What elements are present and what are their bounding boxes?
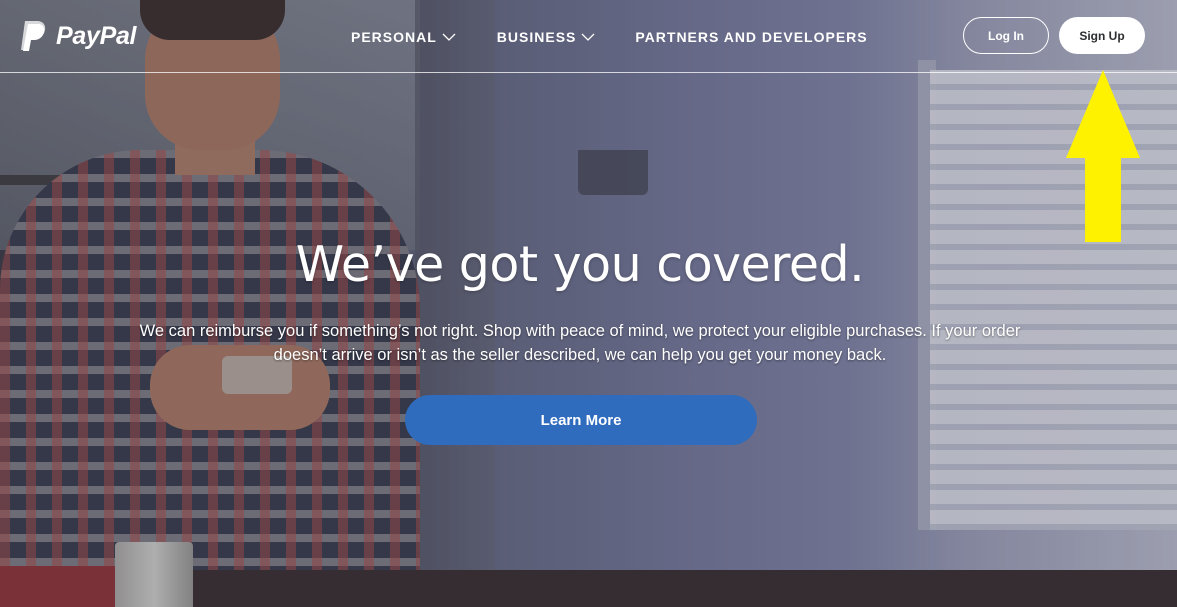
learn-more-button[interactable]: Learn More <box>405 395 757 445</box>
arrow-up-icon <box>1066 70 1140 242</box>
site-header: PayPal PERSONAL BUSINESS PARTNERS AND DE… <box>0 0 1177 73</box>
nav-personal-label: PERSONAL <box>351 29 437 45</box>
nav-business[interactable]: BUSINESS <box>497 29 596 45</box>
signup-button[interactable]: Sign Up <box>1059 17 1145 54</box>
logo-text: PayPal <box>56 21 137 50</box>
nav-business-label: BUSINESS <box>496 29 577 45</box>
nav-partners-label: PARTNERS AND DEVELOPERS <box>635 29 868 45</box>
paypal-logo-icon <box>21 21 46 51</box>
paypal-logo[interactable]: PayPal <box>18 18 137 54</box>
login-button[interactable]: Log In <box>963 17 1049 54</box>
hero-title: We’ve got you covered. <box>295 236 865 293</box>
chevron-down-icon <box>581 33 595 41</box>
main-nav: PERSONAL BUSINESS PARTNERS AND DEVELOPER… <box>351 27 868 47</box>
hero-description: We can reimburse you if something’s not … <box>139 322 1021 364</box>
chevron-down-icon <box>442 33 456 41</box>
nav-partners-and-developers[interactable]: PARTNERS AND DEVELOPERS <box>635 29 867 45</box>
hero-overlay <box>0 0 1177 607</box>
nav-personal[interactable]: PERSONAL <box>351 29 456 45</box>
page: PayPal PERSONAL BUSINESS PARTNERS AND DE… <box>0 0 1177 607</box>
